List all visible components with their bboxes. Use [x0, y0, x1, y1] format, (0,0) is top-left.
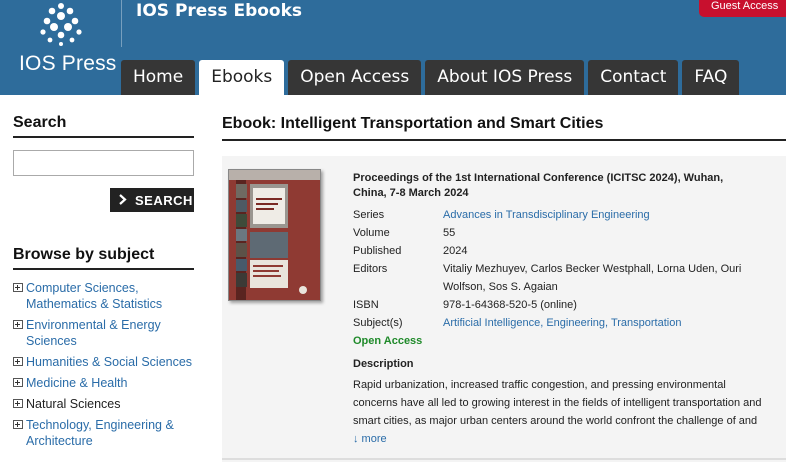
- subject-item: Environmental & Energy Sciences: [13, 317, 194, 349]
- search-button-label: SEARCH: [135, 193, 193, 208]
- search-button[interactable]: SEARCH: [110, 188, 194, 212]
- metadata-table: Series Advances in Transdisciplinary Eng…: [353, 206, 773, 350]
- expand-plus-icon[interactable]: [13, 320, 23, 329]
- site-header: IOS Press IOS Press Ebooks Guest Access …: [0, 0, 786, 95]
- meta-row-open-access: Open Access: [353, 332, 773, 350]
- tab-home[interactable]: Home: [121, 60, 196, 95]
- search-heading: Search: [13, 114, 194, 138]
- meta-label: Subject(s): [353, 317, 403, 329]
- meta-row-isbn: ISBN 978-1-64368-520-5 (online): [353, 296, 773, 314]
- subject-link-humanities[interactable]: Humanities & Social Sciences: [26, 354, 192, 370]
- volume-value: 55: [443, 227, 456, 239]
- subject-link-medicine[interactable]: Medicine & Health: [26, 375, 127, 391]
- expand-plus-icon[interactable]: [13, 420, 23, 429]
- page-title: Ebook: Intelligent Transportation and Sm…: [222, 115, 786, 141]
- expand-plus-icon[interactable]: [13, 399, 23, 408]
- tab-faq[interactable]: FAQ: [682, 60, 740, 95]
- browse-heading: Browse by subject: [13, 246, 194, 270]
- meta-row-published: Published 2024: [353, 242, 773, 260]
- meta-label: Editors: [353, 263, 388, 275]
- search-input[interactable]: [13, 150, 194, 176]
- tab-open-access[interactable]: Open Access: [288, 60, 422, 95]
- subject-natural-sciences[interactable]: Natural Sciences: [26, 396, 121, 412]
- description-text: Rapid urbanization, increased traffic co…: [353, 379, 762, 427]
- isbn-value: 978-1-64368-520-5 (online): [443, 299, 577, 311]
- subject-item: Computer Sciences, Mathematics & Statist…: [13, 280, 194, 312]
- meta-row-editors: Editors Vitaliy Mezhuyev, Carlos Becker …: [353, 260, 773, 296]
- site-title[interactable]: IOS Press Ebooks: [136, 1, 302, 21]
- more-link[interactable]: ↓ more: [353, 433, 387, 445]
- subject-link-computer-sciences[interactable]: Computer Sciences, Mathematics & Statist…: [26, 280, 194, 312]
- meta-row-volume: Volume 55: [353, 224, 773, 242]
- tab-contact[interactable]: Contact: [588, 60, 679, 95]
- subject-item: Humanities & Social Sciences: [13, 354, 194, 370]
- panel-divider: [222, 458, 786, 460]
- description-heading: Description: [353, 358, 414, 370]
- header-divider: [121, 0, 122, 47]
- proceedings-title: Proceedings of the 1st International Con…: [353, 172, 724, 199]
- meta-label: Series: [353, 209, 385, 221]
- expand-plus-icon[interactable]: [13, 378, 23, 387]
- subject-item: Natural Sciences: [13, 396, 194, 412]
- tab-ebooks[interactable]: Ebooks: [199, 60, 285, 95]
- brand-name[interactable]: IOS Press: [19, 52, 117, 76]
- ios-press-logo-icon[interactable]: [34, 2, 94, 52]
- meta-row-series: Series Advances in Transdisciplinary Eng…: [353, 206, 773, 224]
- meta-row-subjects: Subject(s) Artificial Intelligence, Engi…: [353, 314, 773, 332]
- editors-value: Vitaliy Mezhuyev, Carlos Becker Westphal…: [443, 263, 742, 293]
- subject-link-technology[interactable]: Technology, Engineering & Architecture: [26, 417, 194, 449]
- subject-item: Technology, Engineering & Architecture: [13, 417, 194, 449]
- open-access-badge: Open Access: [353, 335, 423, 347]
- subject-item: Medicine & Health: [13, 375, 194, 391]
- ebook-metadata: Proceedings of the 1st International Con…: [353, 171, 773, 445]
- main-nav: Home Ebooks Open Access About IOS Press …: [121, 60, 743, 95]
- guest-access-button[interactable]: Guest Access: [699, 0, 786, 17]
- tab-about-ios-press[interactable]: About IOS Press: [425, 60, 585, 95]
- published-value: 2024: [443, 245, 468, 257]
- meta-label: ISBN: [353, 299, 379, 311]
- subject-link-environmental[interactable]: Environmental & Energy Sciences: [26, 317, 194, 349]
- subject-list: Computer Sciences, Mathematics & Statist…: [13, 280, 194, 454]
- expand-plus-icon[interactable]: [13, 357, 23, 366]
- meta-label: Volume: [353, 227, 390, 239]
- book-cover-image[interactable]: [228, 169, 321, 301]
- meta-label: Published: [353, 245, 402, 257]
- chevron-right-icon: [119, 193, 127, 208]
- subjects-links[interactable]: Artificial Intelligence, Engineering, Tr…: [443, 317, 681, 329]
- expand-plus-icon[interactable]: [13, 283, 23, 292]
- series-link[interactable]: Advances in Transdisciplinary Engineerin…: [443, 209, 650, 221]
